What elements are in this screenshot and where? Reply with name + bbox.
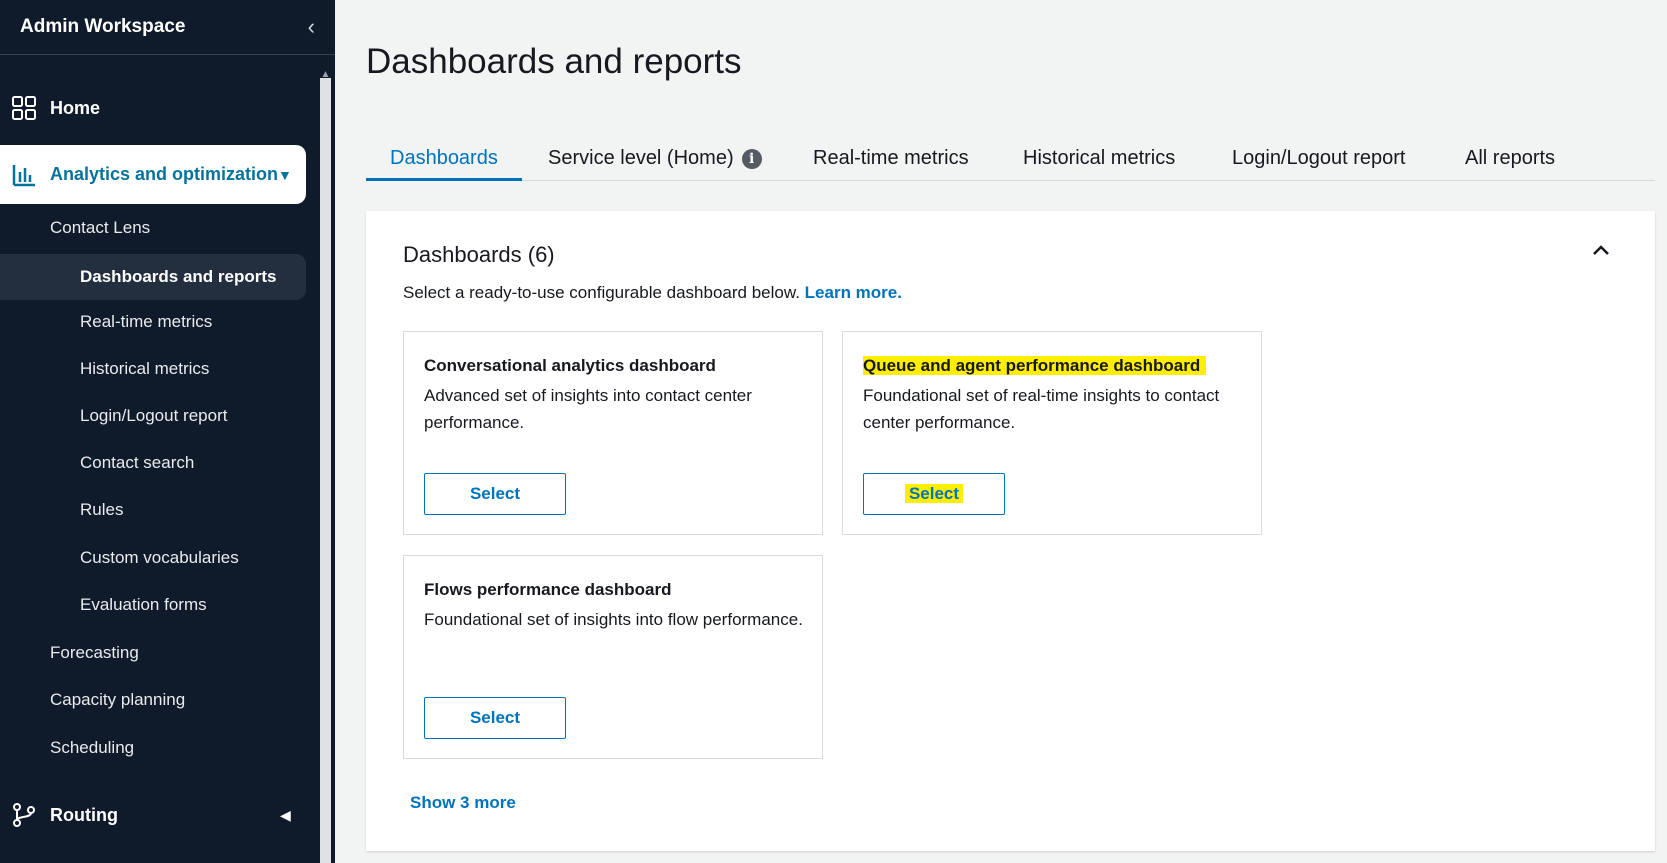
sidebar-header: Admin Workspace ‹ bbox=[0, 0, 335, 55]
dashboard-card-flows: Flows performance dashboard Foundational… bbox=[403, 555, 823, 759]
tab-label: Service level (Home) bbox=[548, 147, 734, 169]
sidebar-item-evaluation-forms[interactable]: Evaluation forms bbox=[80, 590, 207, 620]
sidebar-item-rules[interactable]: Rules bbox=[80, 495, 123, 525]
sidebar-item-contact-search[interactable]: Contact search bbox=[80, 448, 194, 478]
sidebar-item-realtime-metrics[interactable]: Real-time metrics bbox=[80, 307, 212, 337]
sidebar-scrollbar[interactable] bbox=[320, 78, 331, 863]
info-icon[interactable]: i bbox=[741, 148, 762, 169]
sidebar-item-scheduling[interactable]: Scheduling bbox=[50, 733, 134, 763]
tab-bar: Dashboards Service level (Home) i Real-ti… bbox=[366, 135, 1655, 181]
sidebar-item-contact-lens[interactable]: Contact Lens bbox=[50, 213, 150, 243]
active-tab-indicator bbox=[366, 178, 522, 181]
sidebar-item-capacity-planning[interactable]: Capacity planning bbox=[50, 685, 185, 715]
tab-historical-metrics[interactable]: Historical metrics bbox=[1023, 135, 1175, 181]
tab-all-reports[interactable]: All reports bbox=[1465, 135, 1555, 181]
card-title: Flows performance dashboard bbox=[424, 580, 672, 599]
card-description: Advanced set of insights into contact ce… bbox=[424, 386, 752, 432]
workspace-title: Admin Workspace bbox=[20, 16, 186, 37]
caret-down-icon: ▼ bbox=[278, 166, 292, 183]
card-description: Foundational set of insights into flow p… bbox=[424, 610, 803, 629]
sidebar-item-label: Analytics and optimization bbox=[50, 164, 279, 184]
panel-title: Dashboards (6) bbox=[403, 242, 555, 267]
highlighted-button-label: Select bbox=[904, 484, 964, 503]
sidebar-item-custom-vocabularies[interactable]: Custom vocabularies bbox=[80, 543, 239, 573]
show-more-link[interactable]: Show 3 more bbox=[410, 793, 516, 813]
select-button[interactable]: Select bbox=[424, 697, 566, 739]
branch-icon bbox=[13, 803, 35, 827]
select-button[interactable]: Select bbox=[863, 473, 1005, 515]
sidebar-item-home[interactable]: Home bbox=[0, 82, 320, 134]
chevron-left-icon[interactable]: ‹ bbox=[308, 16, 315, 38]
tab-realtime-metrics[interactable]: Real-time metrics bbox=[813, 135, 969, 181]
highlighted-title: Queue and agent performance dashboard bbox=[863, 356, 1207, 375]
caret-left-icon: ◀ bbox=[280, 806, 291, 823]
sidebar-item-analytics[interactable]: Analytics and optimization ▼ bbox=[0, 145, 306, 204]
description-text: Select a ready-to-use configurable dashb… bbox=[403, 283, 800, 302]
card-title: Conversational analytics dashboard bbox=[424, 356, 716, 375]
sidebar-item-login-logout[interactable]: Login/Logout report bbox=[80, 401, 227, 431]
sidebar-item-label: Home bbox=[50, 97, 101, 118]
page-title: Dashboards and reports bbox=[366, 42, 742, 81]
dashboards-panel: Dashboards (6) Select a ready-to-use con… bbox=[366, 211, 1655, 851]
bar-chart-icon bbox=[12, 164, 35, 186]
tab-dashboards[interactable]: Dashboards bbox=[390, 135, 498, 181]
sidebar-item-routing[interactable]: Routing ◀ bbox=[0, 789, 320, 841]
grid-icon bbox=[12, 96, 36, 120]
card-description: Foundational set of real-time insights t… bbox=[863, 386, 1220, 432]
tab-login-logout-report[interactable]: Login/Logout report bbox=[1232, 135, 1405, 181]
sidebar-item-historical-metrics[interactable]: Historical metrics bbox=[80, 354, 209, 384]
sidebar-item-label: Routing bbox=[50, 804, 118, 825]
chevron-up-icon[interactable] bbox=[1589, 239, 1613, 263]
dashboard-card-queue-agent: Queue and agent performance dashboard Fo… bbox=[842, 331, 1262, 535]
sidebar-item-forecasting[interactable]: Forecasting bbox=[50, 638, 139, 668]
sidebar: Admin Workspace ‹ ▲ Home Analytics and o… bbox=[0, 0, 335, 863]
select-button[interactable]: Select bbox=[424, 473, 566, 515]
tab-service-level[interactable]: Service level (Home) i bbox=[548, 135, 762, 181]
panel-description: Select a ready-to-use configurable dashb… bbox=[403, 283, 902, 303]
learn-more-link[interactable]: Learn more. bbox=[805, 283, 902, 302]
dashboard-card-conversational: Conversational analytics dashboard Advan… bbox=[403, 331, 823, 535]
sidebar-item-dashboards-reports[interactable]: Dashboards and reports bbox=[80, 262, 277, 292]
card-title: Queue and agent performance dashboard bbox=[863, 356, 1207, 376]
